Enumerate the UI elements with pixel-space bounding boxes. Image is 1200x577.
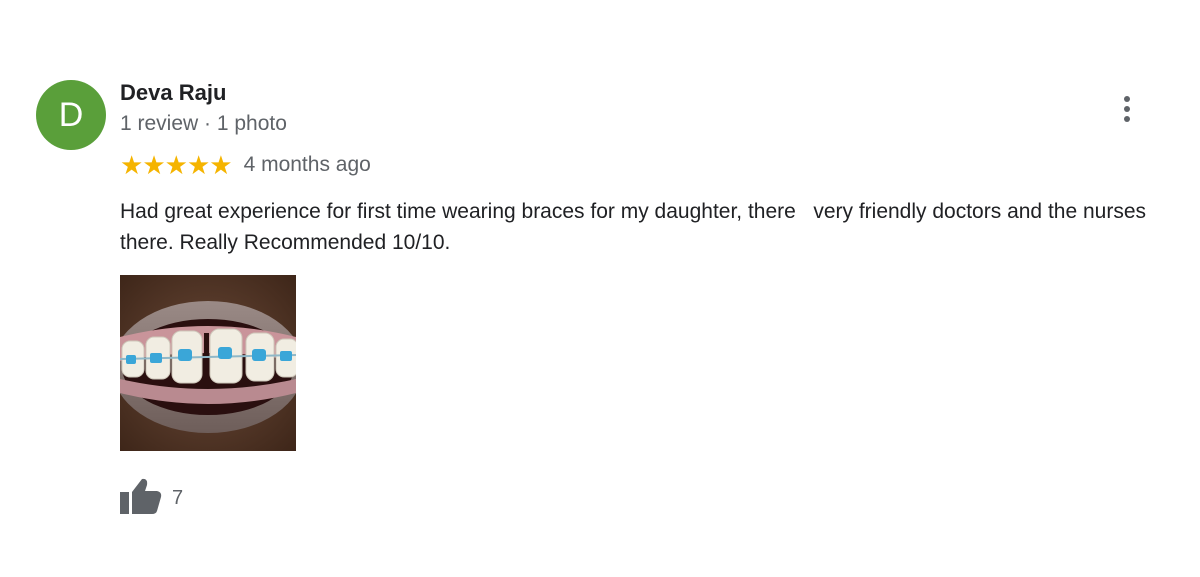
avatar-initial: D bbox=[58, 95, 84, 134]
star-icon: ★ bbox=[186, 150, 211, 180]
like-count: 7 bbox=[172, 487, 184, 509]
star-icon: ★ bbox=[209, 150, 233, 180]
review-photo[interactable] bbox=[120, 275, 296, 451]
author-review-count: 1 review · 1 photo bbox=[120, 112, 287, 135]
thumbs-up-icon bbox=[120, 478, 162, 514]
star-icon: ★ bbox=[164, 150, 188, 180]
like-button[interactable] bbox=[120, 478, 162, 514]
star-rating: ★ ★ ★ ★ ★ bbox=[120, 150, 233, 180]
author-name[interactable]: Deva Raju bbox=[120, 80, 226, 106]
more-vert-icon-dot bbox=[1124, 106, 1130, 112]
star-icon: ★ bbox=[142, 150, 166, 180]
review-text: Had great experience for first time wear… bbox=[120, 200, 1152, 254]
braces-photo-image bbox=[120, 275, 296, 451]
more-vert-icon-dot bbox=[1124, 96, 1130, 102]
rating-row: ★ ★ ★ ★ ★ 4 months ago bbox=[120, 150, 371, 180]
avatar[interactable]: D bbox=[36, 80, 106, 150]
review-time: 4 months ago bbox=[243, 153, 371, 176]
star-icon: ★ bbox=[120, 150, 144, 180]
more-vert-icon-dot bbox=[1124, 116, 1130, 122]
more-options-button[interactable] bbox=[1112, 92, 1142, 126]
